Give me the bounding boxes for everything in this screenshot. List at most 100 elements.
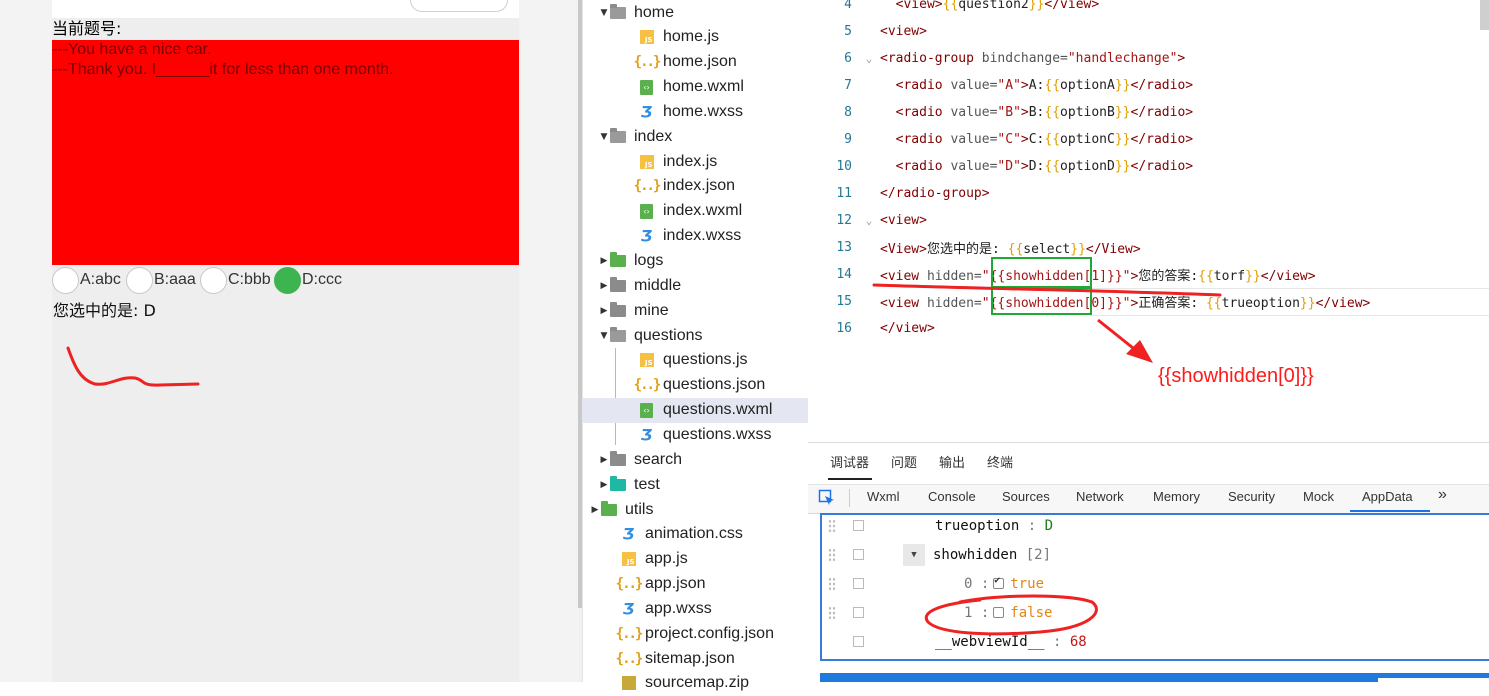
tree-item-label: test (634, 475, 660, 493)
row-select-checkbox[interactable] (853, 607, 864, 618)
row-select-checkbox[interactable] (853, 578, 864, 589)
tree-item-home-js[interactable]: JS home.js (582, 25, 808, 50)
tree-item-questions-js[interactable]: JS questions.js (582, 348, 808, 373)
tree-item-middle[interactable]: ▶ middle (582, 273, 808, 298)
line-number: 8 (844, 105, 852, 120)
tree-item-label: home.json (663, 53, 737, 71)
radio-option-b[interactable]: B:aaa (126, 265, 196, 295)
code-line[interactable]: 5 <view> (808, 18, 1489, 45)
code-line[interactable]: 11 </radio-group> (808, 180, 1489, 207)
tree-item-index-json[interactable]: {..} index.json (582, 174, 808, 199)
row-select-checkbox[interactable] (853, 549, 864, 560)
tab-output[interactable]: 输出 (939, 452, 965, 471)
data-value[interactable]: D (1045, 518, 1053, 534)
subtab-network[interactable]: Network (1076, 489, 1124, 504)
tree-item-home-wxml[interactable]: ‹› home.wxml (582, 75, 808, 100)
subtab-mock[interactable]: Mock (1303, 489, 1334, 504)
radio-label: D:ccc (302, 271, 342, 288)
tree-item-project-config-json[interactable]: {..} project.config.json (582, 621, 808, 646)
chevron-right-icon[interactable]: ▶ (599, 455, 609, 465)
chevron-down-icon[interactable]: ▼ (599, 331, 609, 341)
code-line[interactable]: 6 ⌄ <radio-group bindchange="handlechange"… (808, 45, 1489, 72)
data-row-trueoption[interactable]: trueoption : D (822, 511, 1053, 540)
data-row-showhidden[interactable]: ▼ showhidden [2] (822, 540, 1051, 569)
tree-item-label: index.wxml (663, 202, 743, 220)
tab-issues[interactable]: 问题 (891, 452, 917, 471)
tree-item-mine[interactable]: ▶ mine (582, 298, 808, 323)
tree-item-index-wxss[interactable]: Ʒindex.wxss (582, 224, 808, 249)
tree-item-home-json[interactable]: {..} home.json (582, 50, 808, 75)
subtab-appdata[interactable]: AppData (1362, 489, 1413, 504)
tree-item-app-json[interactable]: {..} app.json (582, 572, 808, 597)
drag-handle-icon[interactable] (828, 547, 836, 562)
subtab-wxml[interactable]: Wxml (867, 489, 900, 504)
fold-chevron-icon[interactable]: ⌄ (858, 52, 880, 65)
chevron-right-icon[interactable]: ▶ (590, 505, 600, 515)
row-select-checkbox[interactable] (853, 636, 864, 647)
inspect-element-icon[interactable] (818, 489, 836, 507)
tree-item-questions-json[interactable]: {..} questions.json (582, 373, 808, 398)
tree-item-utils[interactable]: ▶ utils (582, 497, 808, 522)
more-tabs-button[interactable]: » (1438, 486, 1447, 504)
tree-item-label: home.wxml (663, 78, 744, 96)
code-line[interactable]: 10 <radio value="D">D:{{optionD}}</radio… (808, 153, 1489, 180)
tree-item-home[interactable]: ▼ home (582, 0, 808, 25)
radio-option-c[interactable]: C:bbb (200, 265, 271, 295)
radio-option-d[interactable]: D:ccc (274, 265, 342, 295)
json-file-icon: {..} (615, 650, 644, 667)
fold-chevron-icon[interactable]: ⌄ (858, 214, 880, 227)
tree-item-label: home.wxss (663, 102, 744, 120)
tree-item-app-js[interactable]: JS app.js (582, 547, 808, 572)
tree-item-animation-css[interactable]: Ʒanimation.css (582, 522, 808, 547)
code-line[interactable]: 7 <radio value="A">A:{{optionA}}</radio> (808, 72, 1489, 99)
tree-item-label: animation.css (645, 525, 743, 543)
code-line[interactable]: 8 <radio value="B">B:{{optionB}}</radio> (808, 99, 1489, 126)
data-value[interactable]: true (1010, 576, 1044, 592)
tree-item-label: index.js (663, 152, 718, 170)
code-line[interactable]: 4 <view>{{question2}}</view> (808, 0, 1489, 18)
js-file-icon: JS (638, 29, 655, 46)
tree-item-logs[interactable]: ▶ logs (582, 249, 808, 274)
tree-item-index[interactable]: ▼ index (582, 124, 808, 149)
tree-item-questions-wxss[interactable]: Ʒquestions.wxss (582, 422, 808, 447)
collapse-triangle-icon[interactable]: ▼ (903, 543, 925, 566)
radio-option-a[interactable]: A:abc (52, 265, 121, 295)
chevron-right-icon[interactable]: ▶ (599, 256, 609, 266)
chevron-right-icon[interactable]: ▶ (599, 480, 609, 490)
code-line[interactable]: 9 <radio value="C">C:{{optionC}}</radio> (808, 126, 1489, 153)
tree-item-label: app.wxss (645, 599, 712, 617)
tree-item-questions-wxml[interactable]: ‹› questions.wxml (582, 397, 808, 423)
code-line[interactable]: 12 ⌄ <view> (808, 207, 1489, 234)
tree-item-app-wxss[interactable]: Ʒapp.wxss (582, 596, 808, 621)
tree-item-index-js[interactable]: JS index.js (582, 149, 808, 174)
subtab-memory[interactable]: Memory (1153, 489, 1200, 504)
boolean-checkbox-checked[interactable] (993, 575, 1005, 589)
tree-item-search[interactable]: ▶ search (582, 447, 808, 472)
radio-label: A:abc (80, 271, 121, 288)
tree-item-questions[interactable]: ▼ questions (582, 323, 808, 348)
tab-debugger[interactable]: 调试器 (830, 452, 869, 471)
subtab-security[interactable]: Security (1228, 489, 1275, 504)
radio-button[interactable] (200, 266, 227, 294)
chevron-right-icon[interactable]: ▶ (599, 281, 609, 291)
tree-item-sitemap-json[interactable]: {..} sitemap.json (582, 646, 808, 671)
chevron-down-icon[interactable]: ▼ (599, 8, 609, 18)
drag-handle-icon[interactable] (828, 518, 836, 533)
chevron-down-icon[interactable]: ▼ (599, 132, 609, 142)
radio-button[interactable] (52, 266, 79, 294)
radio-button[interactable] (126, 266, 153, 294)
row-select-checkbox[interactable] (853, 520, 864, 531)
folder-icon (609, 475, 626, 493)
drag-handle-icon[interactable] (828, 576, 836, 591)
drag-handle-icon[interactable] (828, 605, 836, 620)
chevron-right-icon[interactable]: ▶ (599, 306, 609, 316)
tree-item-test[interactable]: ▶ test (582, 472, 808, 497)
subtab-sources[interactable]: Sources (1002, 489, 1050, 504)
subtab-console[interactable]: Console (928, 489, 976, 504)
menu-capsule-button[interactable] (410, 0, 508, 12)
tree-item-index-wxml[interactable]: ‹› index.wxml (582, 199, 808, 224)
radio-button-checked[interactable] (274, 266, 301, 294)
tab-terminal[interactable]: 终端 (987, 452, 1013, 471)
tree-item-home-wxss[interactable]: Ʒhome.wxss (582, 99, 808, 124)
tree-item-sourcemap-zip[interactable]: sourcemap.zip (582, 671, 808, 696)
